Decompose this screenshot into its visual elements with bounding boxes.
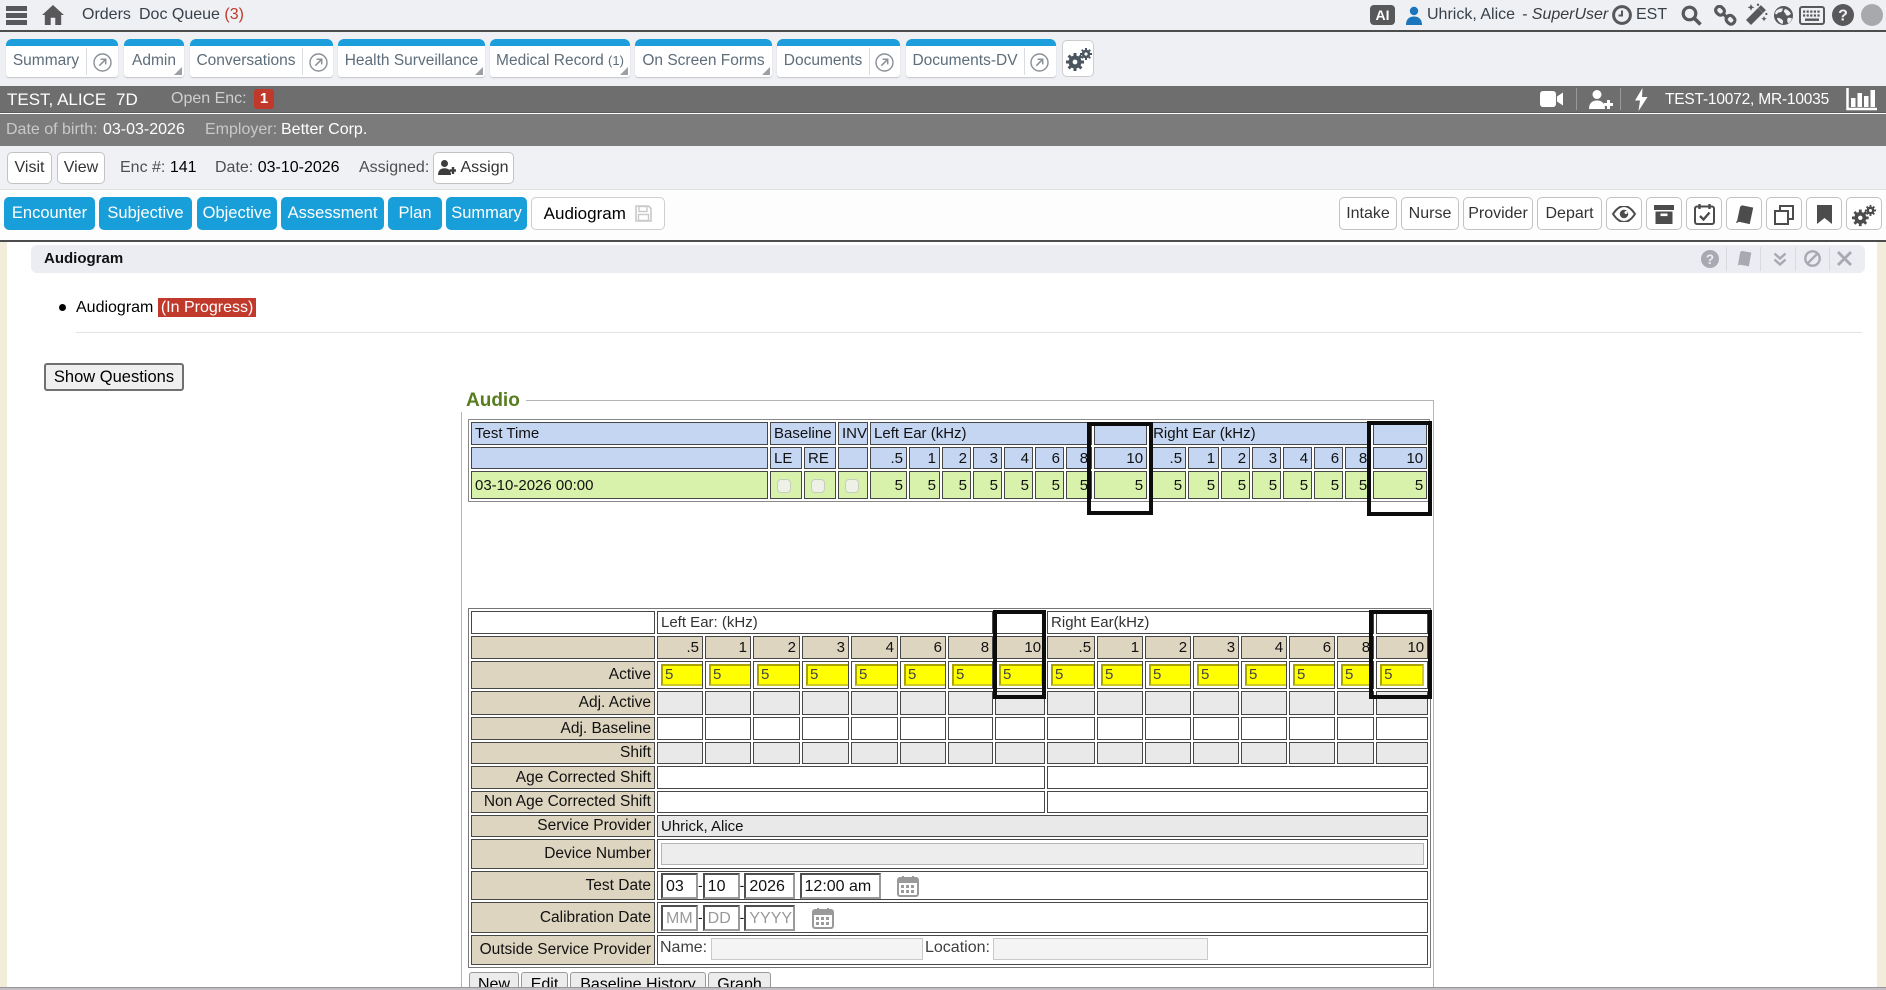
svg-text:?: ? xyxy=(1706,252,1714,267)
svg-text:?: ? xyxy=(1838,8,1848,25)
